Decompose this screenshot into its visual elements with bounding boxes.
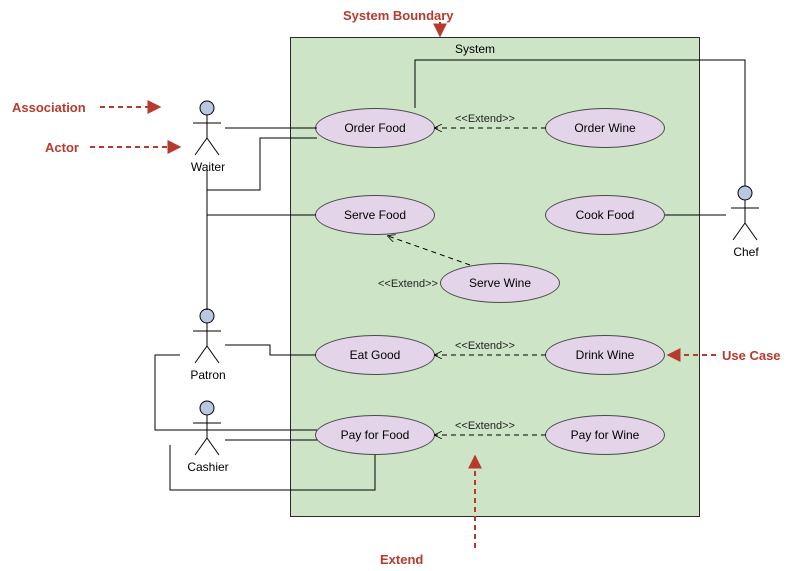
usecase-eat-good: Eat Good — [315, 335, 435, 375]
system-label: System — [455, 42, 495, 56]
actor-label-patron: Patron — [188, 368, 228, 382]
extend-label: <<Extend>> — [455, 420, 515, 432]
extend-label: <<Extend>> — [455, 113, 515, 125]
usecase-label: Eat Good — [350, 348, 401, 362]
actor-label-cashier: Cashier — [185, 460, 231, 474]
usecase-pay-for-wine: Pay for Wine — [545, 415, 665, 455]
usecase-order-wine: Order Wine — [545, 108, 665, 148]
usecase-label: Order Food — [344, 121, 405, 135]
actor-waiter — [187, 100, 227, 160]
annotation-system-boundary: System Boundary — [343, 8, 454, 23]
actor-cashier — [187, 400, 227, 460]
usecase-pay-for-food: Pay for Food — [315, 415, 435, 455]
usecase-cook-food: Cook Food — [545, 195, 665, 235]
actor-label-waiter: Waiter — [188, 160, 228, 174]
usecase-label: Serve Wine — [469, 276, 531, 290]
usecase-label: Pay for Wine — [571, 428, 640, 442]
usecase-label: Order Wine — [574, 121, 635, 135]
usecase-label: Serve Food — [344, 208, 406, 222]
actor-patron — [187, 308, 227, 368]
extend-label: <<Extend>> — [378, 278, 438, 290]
actor-chef — [725, 185, 765, 245]
extend-label: <<Extend>> — [455, 340, 515, 352]
usecase-label: Cook Food — [576, 208, 635, 222]
annotation-extend: Extend — [380, 552, 423, 567]
usecase-serve-wine: Serve Wine — [440, 263, 560, 303]
annotation-association: Association — [12, 100, 86, 115]
usecase-label: Pay for Food — [341, 428, 410, 442]
usecase-drink-wine: Drink Wine — [545, 335, 665, 375]
actor-label-chef: Chef — [728, 245, 764, 259]
annotation-actor: Actor — [45, 140, 79, 155]
usecase-label: Drink Wine — [576, 348, 635, 362]
usecase-serve-food: Serve Food — [315, 195, 435, 235]
annotation-use-case: Use Case — [722, 348, 781, 363]
usecase-order-food: Order Food — [315, 108, 435, 148]
